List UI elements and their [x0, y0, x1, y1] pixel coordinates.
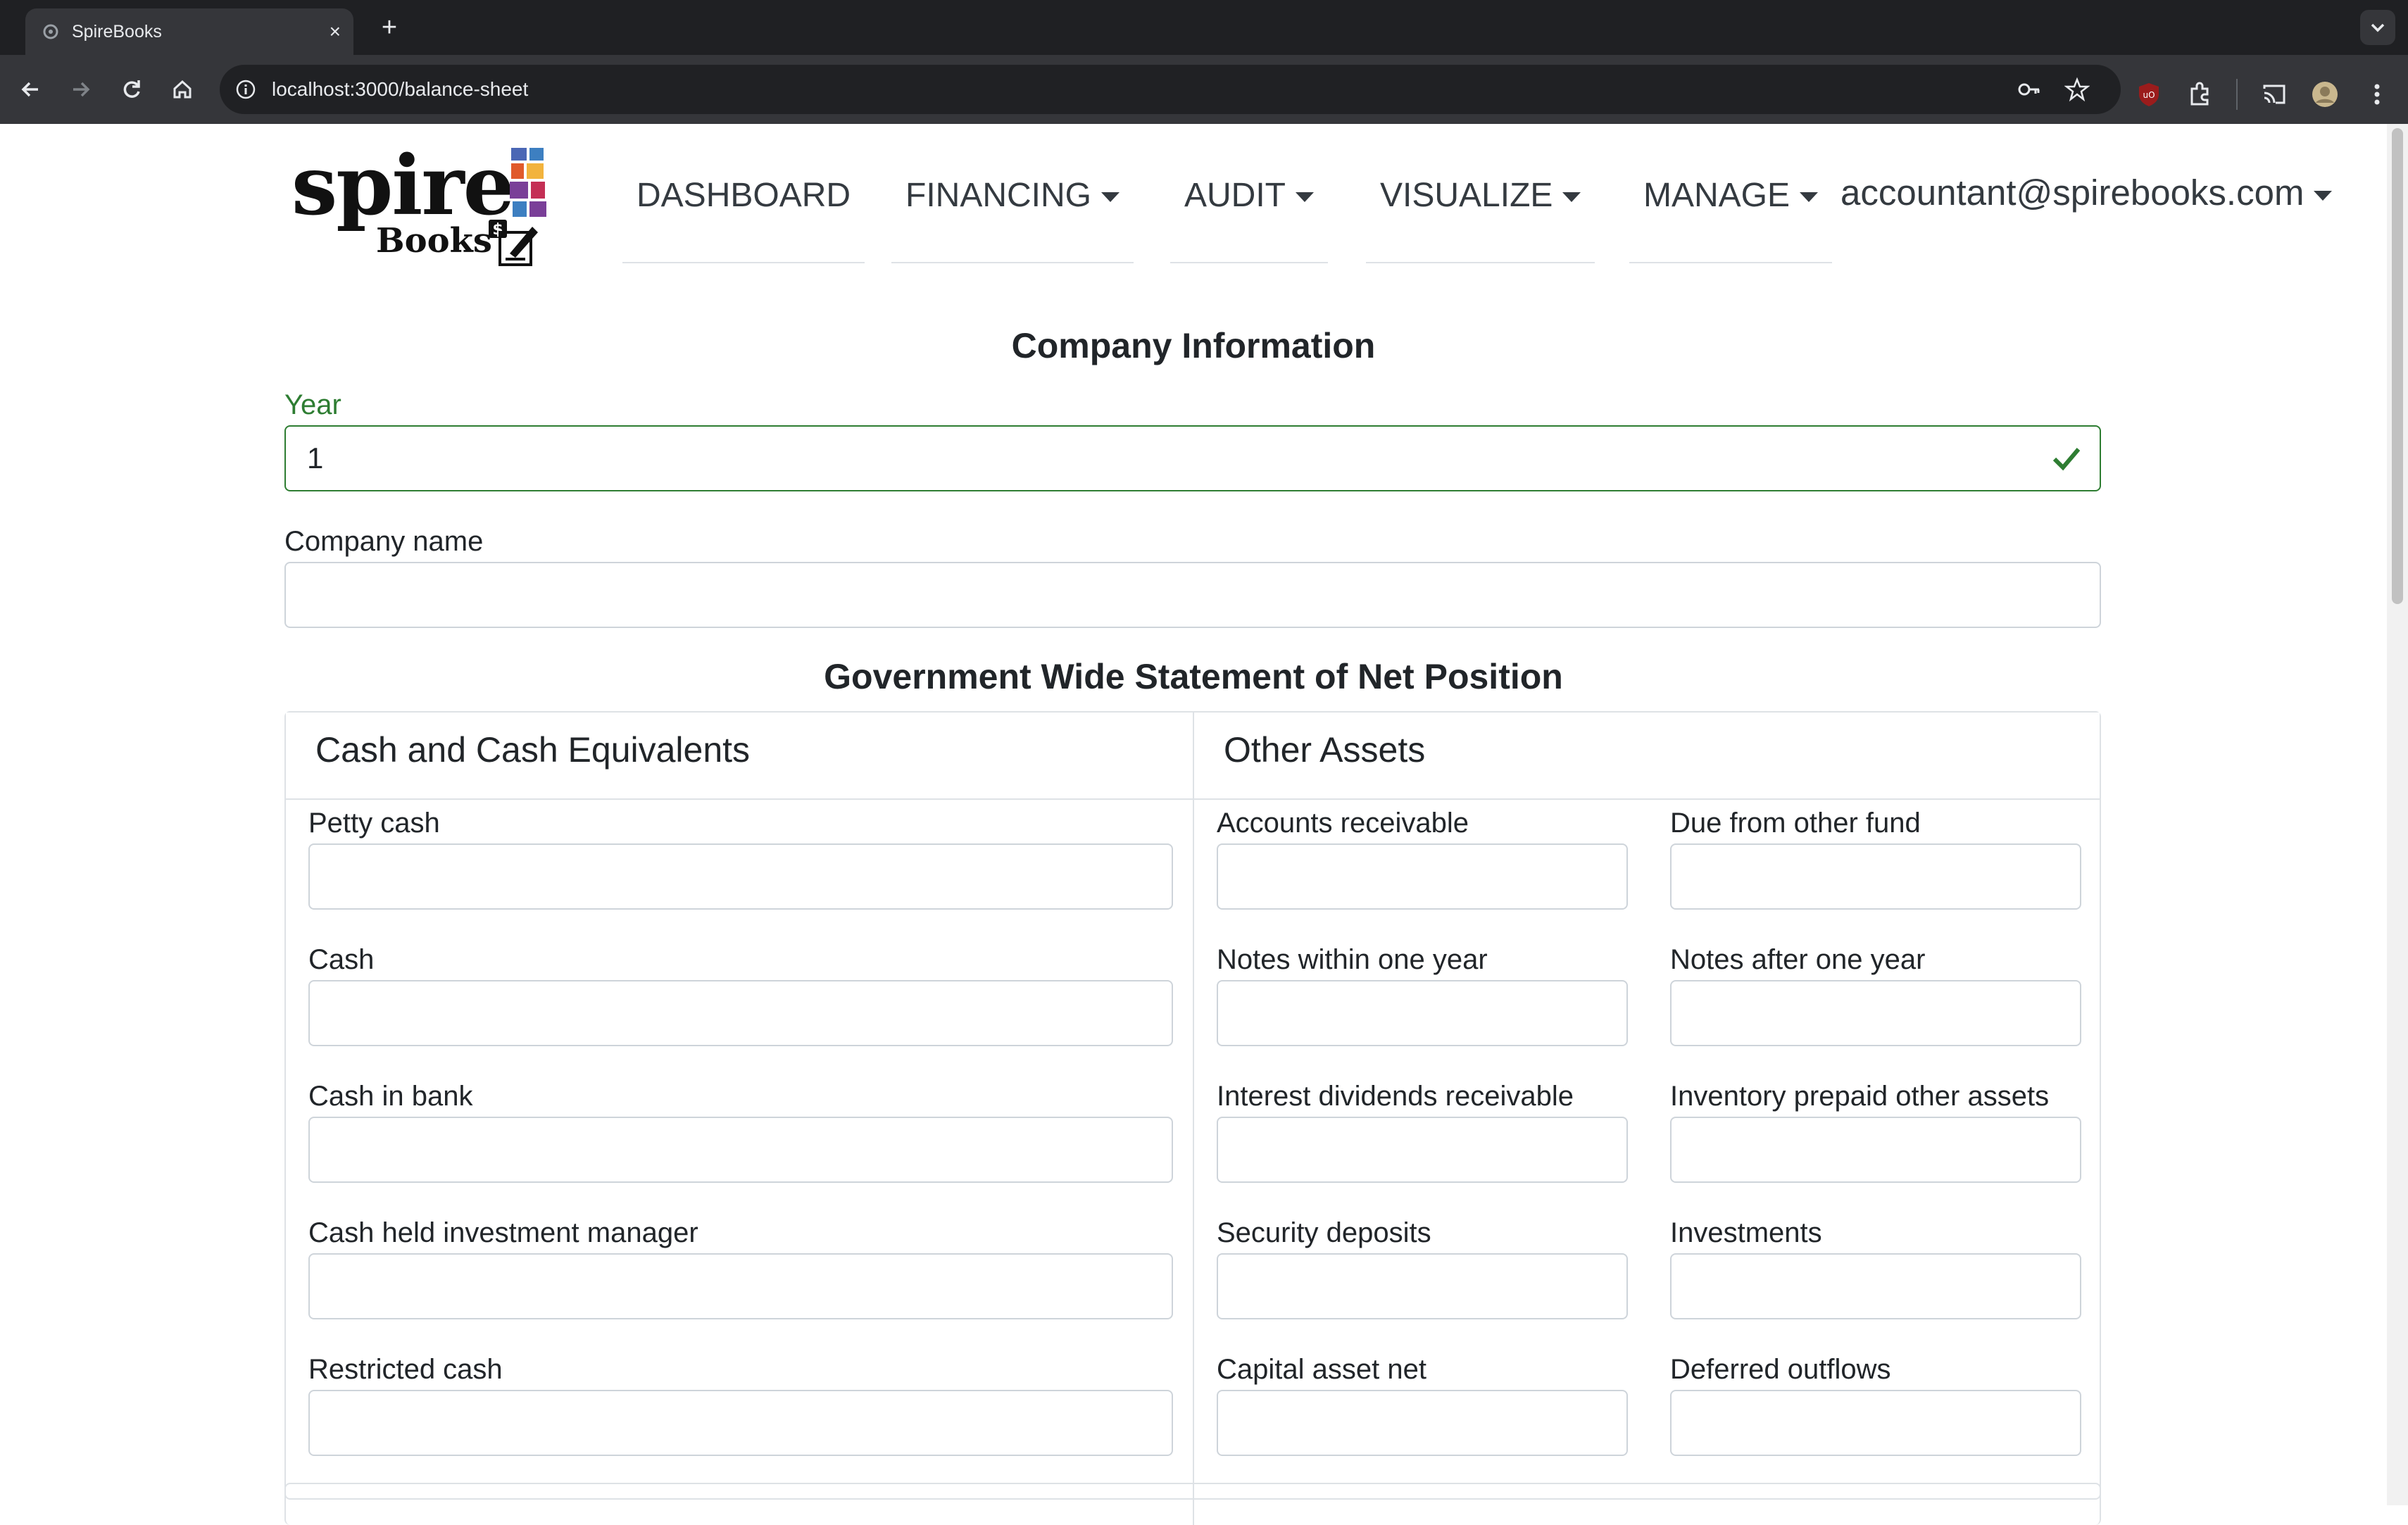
interest-dividends-receivable-input[interactable] — [1217, 1117, 1628, 1183]
field-label: Deferred outflows — [1670, 1354, 1891, 1385]
caret-down-icon — [1101, 192, 1120, 203]
accounts-receivable-input[interactable] — [1217, 843, 1628, 910]
field-label: Inventory prepaid other assets — [1670, 1081, 2050, 1112]
svg-text:$: $ — [492, 221, 503, 239]
new-tab-button[interactable]: + — [372, 8, 407, 46]
address-bar[interactable]: localhost:3000/balance-sheet — [220, 65, 2121, 114]
nav-label: MANAGE — [1643, 177, 1791, 214]
logo-mosaic-icon — [510, 148, 546, 217]
field-label: Notes within one year — [1217, 944, 1488, 975]
column-divider — [1193, 1484, 1194, 1525]
notes-after-one-year-input[interactable] — [1670, 980, 2081, 1046]
field-label: Cash — [308, 944, 375, 975]
net-position-card: Cash and Cash Equivalents Other Assets P… — [284, 711, 2101, 1500]
field-label: Investments — [1670, 1217, 1822, 1248]
browser-tab[interactable]: SpireBooks × — [25, 8, 353, 55]
field-label: Petty cash — [308, 808, 440, 839]
nav-visualize-dropdown[interactable]: VISUALIZE — [1366, 161, 1595, 266]
nav-label: AUDIT — [1184, 177, 1286, 214]
nav-underline — [891, 262, 1134, 263]
browser-tab-strip: SpireBooks × + — [0, 0, 2408, 55]
notes-within-one-year-input[interactable] — [1217, 980, 1628, 1046]
investments-input[interactable] — [1670, 1253, 2081, 1319]
key-icon[interactable] — [2017, 77, 2042, 102]
field-label: Security deposits — [1217, 1217, 1431, 1248]
scrollbar-thumb[interactable] — [2392, 128, 2403, 604]
inventory-prepaid-other-assets-input[interactable] — [1670, 1117, 2081, 1183]
field-label: Notes after one year — [1670, 944, 1926, 975]
nav-underline — [1366, 262, 1595, 263]
next-card-partial — [284, 1483, 2101, 1525]
capital-asset-net-input[interactable] — [1217, 1390, 1628, 1456]
site-info-icon[interactable] — [235, 79, 256, 100]
company-info-heading: Company Information — [1011, 326, 1376, 365]
page-content: spire Books $ DASHBOARD FINANCING AUDIT — [0, 124, 2387, 1525]
nav-label: FINANCING — [905, 177, 1091, 214]
nav-manage-dropdown[interactable]: MANAGE — [1629, 161, 1833, 266]
tab-title: SpireBooks — [72, 22, 162, 42]
caret-down-icon — [1800, 192, 1819, 203]
more-menu-icon[interactable] — [2363, 80, 2391, 108]
field-label: Cash held investment manager — [308, 1217, 698, 1248]
field-label: Cash in bank — [308, 1081, 473, 1112]
year-label: Year — [284, 389, 341, 420]
company-name-input[interactable] — [284, 562, 2101, 628]
year-input[interactable]: 1 — [284, 425, 2101, 491]
caret-down-icon — [1562, 192, 1581, 203]
cash-section-title: Cash and Cash Equivalents — [315, 730, 751, 770]
logo-subtitle: Books — [376, 221, 492, 261]
nav-label: VISUALIZE — [1380, 177, 1553, 214]
account-dropdown[interactable]: accountant@spirebooks.com — [1841, 161, 2333, 225]
back-icon[interactable] — [13, 72, 48, 107]
toolbar-divider — [2236, 79, 2238, 110]
nav-underline — [622, 262, 865, 263]
caret-down-icon — [1296, 192, 1314, 203]
year-value: 1 — [307, 441, 324, 475]
logo-word: spire — [291, 138, 515, 234]
statement-heading: Government Wide Statement of Net Positio… — [824, 657, 1563, 696]
other-assets-section-title: Other Assets — [1224, 730, 1426, 770]
petty-cash-input[interactable] — [308, 843, 1173, 910]
forward-icon[interactable] — [63, 72, 99, 107]
reload-icon[interactable] — [114, 72, 149, 107]
field-label: Interest dividends receivable — [1217, 1081, 1574, 1112]
field-label: Capital asset net — [1217, 1354, 1426, 1385]
field-label: Due from other fund — [1670, 808, 1921, 839]
close-tab-icon[interactable]: × — [330, 8, 341, 55]
home-icon[interactable] — [165, 72, 200, 107]
ublock-extension-icon[interactable]: uO — [2135, 80, 2163, 108]
nav-financing-dropdown[interactable]: FINANCING — [891, 161, 1134, 266]
company-name-label: Company name — [284, 526, 484, 557]
cash-input[interactable] — [308, 980, 1173, 1046]
tab-search-button[interactable] — [2360, 10, 2395, 45]
extensions-puzzle-icon[interactable] — [2186, 80, 2214, 108]
account-email: accountant@spirebooks.com — [1841, 172, 2304, 213]
due-from-other-fund-input[interactable] — [1670, 843, 2081, 910]
valid-check-icon — [2052, 448, 2081, 471]
column-divider — [1193, 713, 1194, 1498]
cash-in-bank-input[interactable] — [308, 1117, 1173, 1183]
field-label: Accounts receivable — [1217, 808, 1469, 839]
nav-audit-dropdown[interactable]: AUDIT — [1170, 161, 1328, 266]
profile-avatar-icon[interactable] — [2311, 80, 2339, 108]
security-deposits-input[interactable] — [1217, 1253, 1628, 1319]
page-scrollbar[interactable] — [2387, 124, 2408, 1505]
svg-text:uO: uO — [2143, 90, 2155, 100]
deferred-outflows-input[interactable] — [1670, 1390, 2081, 1456]
caret-down-icon — [2314, 190, 2333, 201]
nav-underline — [1170, 262, 1328, 263]
site-favicon-icon — [43, 24, 58, 39]
field-label: Restricted cash — [308, 1354, 503, 1385]
nav-dashboard[interactable]: DASHBOARD — [622, 161, 865, 266]
url-text: localhost:3000/balance-sheet — [272, 78, 529, 100]
restricted-cash-input[interactable] — [308, 1390, 1173, 1456]
cast-icon[interactable] — [2260, 80, 2288, 108]
bookmark-star-icon[interactable] — [2064, 77, 2090, 102]
cash-held-investment-manager-input[interactable] — [308, 1253, 1173, 1319]
spirebooks-logo[interactable]: spire Books $ — [291, 145, 556, 272]
nav-label: DASHBOARD — [637, 177, 851, 214]
logo-pen-icon: $ — [489, 220, 538, 266]
nav-underline — [1629, 262, 1833, 263]
chevron-down-icon — [2371, 23, 2385, 32]
